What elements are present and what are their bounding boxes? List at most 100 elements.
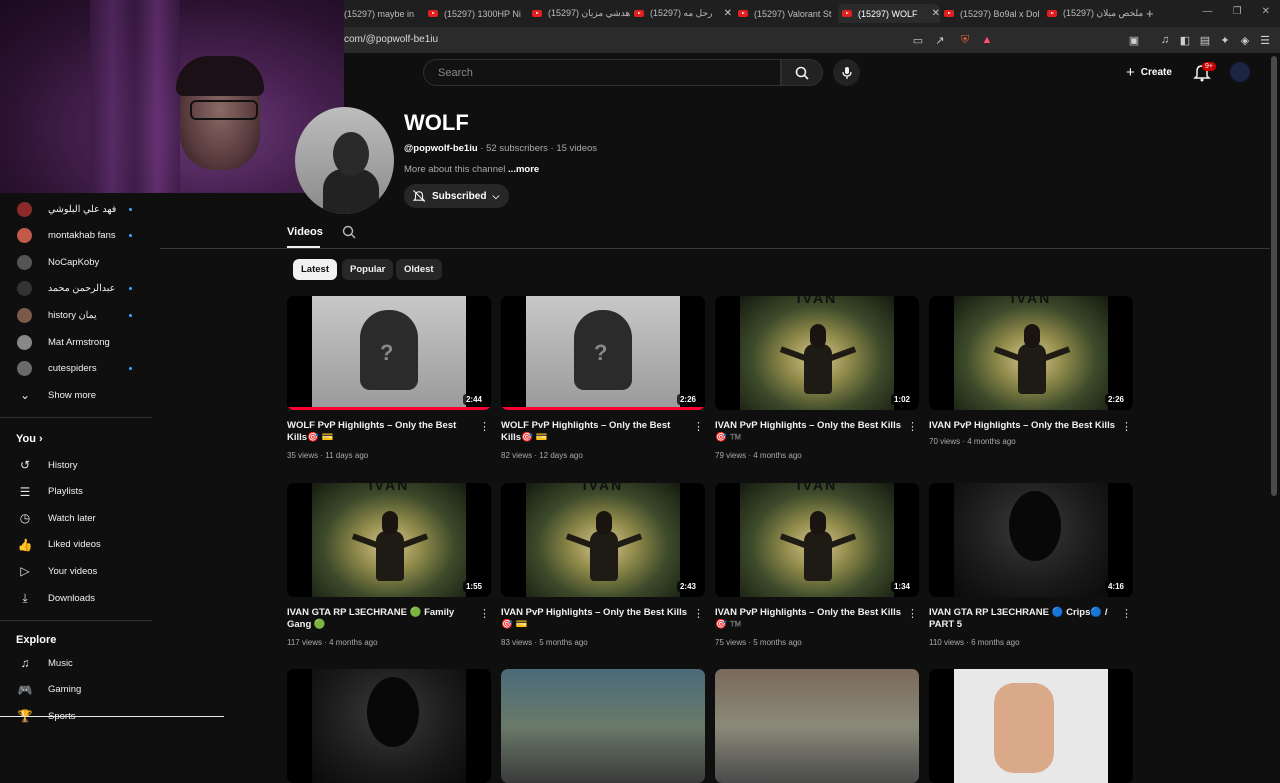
video-thumbnail[interactable]: IVAN 2:43: [501, 483, 705, 597]
you-heading[interactable]: You ›: [16, 433, 43, 445]
tab-videos[interactable]: Videos: [287, 226, 323, 238]
browser-tab[interactable]: (15297) Bo9al x Dol: [940, 4, 1042, 23]
video-thumbnail[interactable]: IVAN 1:34: [715, 483, 919, 597]
video-title[interactable]: WOLF PvP Highlights – Only the Best Kill…: [287, 420, 477, 444]
sidebar-toggle-icon[interactable]: ◧: [1178, 33, 1192, 47]
video-meta: 35 views · 11 days ago: [287, 451, 368, 460]
video-thumbnail[interactable]: [501, 669, 705, 783]
new-content-dot: [129, 287, 132, 291]
video-thumbnail[interactable]: IVAN 1:02: [715, 296, 919, 410]
new-content-dot: [129, 313, 132, 317]
youtube-favicon-icon: [532, 10, 542, 17]
sidebar-item-gaming[interactable]: 🎮 Gaming: [0, 677, 152, 703]
about-more-link[interactable]: ...more: [508, 164, 539, 175]
video-title[interactable]: IVAN PvP Highlights – Only the Best Kill…: [501, 607, 691, 631]
page-scrollbar[interactable]: [1271, 56, 1277, 496]
more-actions-icon[interactable]: ⋮: [1121, 421, 1132, 433]
video-thumbnail[interactable]: [715, 669, 919, 783]
browser-tab[interactable]: (15297) رحل مه ✕: [630, 4, 732, 23]
menu-icon[interactable]: ☰: [1258, 33, 1272, 47]
video-thumbnail[interactable]: IVAN 1:55: [287, 483, 491, 597]
media-icon[interactable]: ♫: [1158, 33, 1172, 47]
filter-chip-popular[interactable]: Popular: [342, 259, 394, 280]
more-actions-icon[interactable]: ⋮: [693, 421, 704, 433]
video-title[interactable]: IVAN PvP Highlights – Only the Best Kill…: [929, 420, 1119, 432]
sidebar-item-watch-later[interactable]: ◷ Watch later: [0, 505, 152, 531]
search-button[interactable]: [781, 59, 823, 86]
browser-tab[interactable]: (15297) maybe in a: [344, 4, 416, 23]
watch-progress-bar: [501, 407, 705, 410]
cast-icon[interactable]: ▭: [911, 33, 925, 47]
restore-icon[interactable]: ❐: [1233, 6, 1242, 17]
subscription-item[interactable]: history يمان: [0, 302, 152, 328]
more-actions-icon[interactable]: ⋮: [479, 608, 490, 620]
leo-ai-icon[interactable]: ✦: [1218, 33, 1232, 47]
view-count: 82 views: [501, 451, 533, 460]
subscription-item[interactable]: فهد علي البلوشي: [0, 196, 152, 222]
bell-off-icon: [412, 190, 426, 202]
sidebar-item-liked-videos[interactable]: 👍 Liked videos: [0, 532, 152, 558]
minimize-icon[interactable]: —: [1203, 6, 1213, 17]
sidebar-item-music[interactable]: ♫ Music: [0, 650, 152, 676]
figure-head: [382, 511, 398, 535]
channel-search-icon[interactable]: [342, 225, 356, 239]
wallet-icon[interactable]: ▤: [1198, 33, 1212, 47]
tab-close-icon[interactable]: ✕: [724, 8, 732, 19]
url-text[interactable]: com/@popwolf-be1iu: [344, 34, 438, 45]
browser-tab[interactable]: (15297) WOLF ✕: [838, 4, 940, 23]
search-input[interactable]: [436, 65, 780, 80]
close-window-icon[interactable]: ✕: [1262, 6, 1270, 17]
video-title[interactable]: WOLF PvP Highlights – Only the Best Kill…: [501, 420, 691, 444]
subscription-item[interactable]: Mat Armstrong: [0, 329, 152, 355]
extensions-icon[interactable]: ▣: [1127, 33, 1141, 47]
search-box[interactable]: [423, 59, 781, 86]
browser-tab[interactable]: (15297) 1300HP Ni: [424, 4, 526, 23]
account-avatar[interactable]: [1230, 62, 1250, 82]
subscription-item[interactable]: NoCapKoby: [0, 249, 152, 275]
vpn-icon[interactable]: ◈: [1238, 33, 1252, 47]
subscription-item[interactable]: عبدالرحمن محمد: [0, 276, 152, 302]
video-title[interactable]: IVAN GTA RP L3ECHRANE 🟢 Family Gang 🟢: [287, 607, 477, 631]
more-actions-icon[interactable]: ⋮: [1121, 608, 1132, 620]
more-actions-icon[interactable]: ⋮: [907, 608, 918, 620]
brave-shield-icon[interactable]: ⛨: [958, 33, 972, 47]
sidebar-item-downloads[interactable]: ⤓ Downloads: [0, 585, 152, 611]
subscribed-button[interactable]: Subscribed ⌵: [404, 184, 510, 208]
filter-chip-latest[interactable]: Latest: [293, 259, 337, 280]
new-tab-button[interactable]: +: [1146, 4, 1154, 23]
sidebar-item-your-videos[interactable]: ▷ Your videos: [0, 558, 152, 584]
more-actions-icon[interactable]: ⋮: [907, 421, 918, 433]
video-thumbnail[interactable]: ? 2:44: [287, 296, 491, 410]
channel-about[interactable]: More about this channel ...more: [404, 164, 539, 175]
browser-tab[interactable]: (15297) ملخص ميلان: [1043, 4, 1145, 23]
filter-chip-oldest[interactable]: Oldest: [396, 259, 442, 280]
brave-rewards-icon[interactable]: ▲: [980, 33, 994, 47]
channel-avatar[interactable]: [295, 107, 394, 214]
browser-tab-title: (15297) رحل مه: [650, 8, 713, 18]
video-thumbnail[interactable]: IVAN 2:26: [929, 296, 1133, 410]
video-title[interactable]: IVAN PvP Highlights – Only the Best Kill…: [715, 607, 905, 631]
more-actions-icon[interactable]: ⋮: [479, 421, 490, 433]
subscription-item[interactable]: montakhab fans: [0, 223, 152, 249]
voice-search-button[interactable]: [833, 59, 860, 86]
video-thumbnail[interactable]: 4:16: [929, 483, 1133, 597]
channel-meta: @popwolf-be1iu · 52 subscribers · 15 vid…: [404, 143, 598, 154]
search-icon: [795, 66, 809, 80]
video-thumbnail[interactable]: ? 2:26: [501, 296, 705, 410]
video-thumbnail[interactable]: [287, 669, 491, 783]
video-title[interactable]: IVAN GTA RP L3ECHRANE 🔵 Crips🔵 / PART 5: [929, 607, 1119, 631]
sidebar-item-playlists[interactable]: ☰ Playlists: [0, 479, 152, 505]
new-content-dot: [129, 207, 132, 211]
browser-tab[interactable]: (15297) Valorant St: [734, 4, 836, 23]
show-more-button[interactable]: ⌄ Show more: [0, 382, 152, 408]
create-button[interactable]: + Create: [1120, 60, 1178, 84]
share-icon[interactable]: ↗: [933, 33, 947, 47]
subscription-item[interactable]: cutespiders: [0, 356, 152, 382]
tab-close-icon[interactable]: ✕: [932, 8, 940, 19]
video-thumbnail[interactable]: [929, 669, 1133, 783]
watch-progress-bar: [287, 407, 491, 410]
browser-tab[interactable]: (15297) هدشي مزيان: [528, 4, 630, 23]
more-actions-icon[interactable]: ⋮: [693, 608, 704, 620]
sidebar-item-history[interactable]: ↺ History: [0, 452, 152, 478]
video-title[interactable]: IVAN PvP Highlights – Only the Best Kill…: [715, 420, 905, 444]
